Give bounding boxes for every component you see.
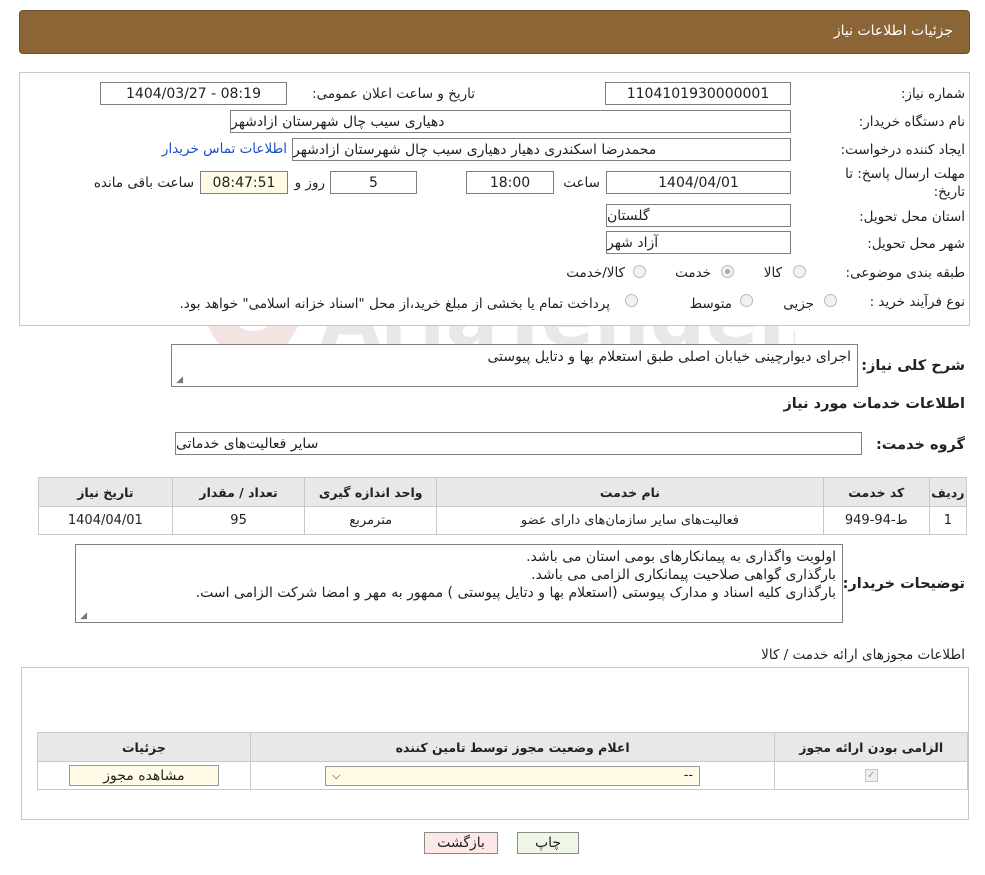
permits-section-title: اطلاعات مجوزهای ارائه خدمت / کالا (761, 647, 965, 663)
col-need-date: تاریخ نیاز (38, 477, 173, 507)
col-unit: واحد اندازه گیری (304, 477, 438, 507)
remaining-time-field: 08:47:51 (200, 171, 288, 194)
need-number-label: شماره نیاز: (900, 86, 965, 102)
process-minor-radio[interactable] (824, 294, 837, 307)
col-service-code: کد خدمت (822, 477, 930, 507)
deadline-label: مهلت ارسال پاسخ: تا تاریخ: (845, 166, 965, 200)
buyer-notes-textarea[interactable]: اولویت واگذاری به پیمانکارهای بومی استان… (75, 544, 843, 623)
announce-date-label: تاریخ و ساعت اعلان عمومی: (312, 86, 475, 102)
permit-required-checkbox[interactable]: ✓ (864, 769, 878, 782)
table-row: 1 ط-94-949 فعالیت‌های سایر سازمان‌های دا… (38, 506, 968, 535)
services-section-title: اطلاعات خدمات مورد نیاز (783, 396, 965, 412)
buyer-notes-line-3: بارگذاری کلیه اسناد و مدارک پیوستی (استع… (195, 585, 836, 601)
category-goods-radio[interactable] (793, 265, 806, 278)
cell-service-code: ط-94-949 (822, 506, 930, 535)
category-label: طبقه بندی موضوعی: (845, 265, 965, 281)
col-row: ردیف (928, 477, 968, 507)
city-label: شهر محل تحویل: (867, 236, 965, 252)
cell-need-date: 1404/04/01 (38, 506, 173, 535)
need-number-field: 1104101930000001 (605, 82, 791, 105)
services-table: ردیف کد خدمت نام خدمت واحد اندازه گیری ت… (38, 477, 968, 535)
permit-status-select[interactable]: ⌵ -- (325, 765, 701, 786)
cell-row: 1 (928, 506, 968, 535)
col-details: جزئیات (37, 732, 251, 762)
city-field: آزاد شهر (606, 231, 791, 254)
days-label: روز و (294, 175, 325, 191)
province-label: استان محل تحویل: (859, 209, 965, 225)
resize-grip-icon[interactable]: ◢ (78, 612, 87, 621)
service-group-label: گروه خدمت: (875, 437, 965, 453)
col-service-name: نام خدمت (436, 477, 824, 507)
services-table-header: ردیف کد خدمت نام خدمت واحد اندازه گیری ت… (38, 477, 968, 507)
summary-textarea[interactable]: اجرای دیوارچینی خیابان اصلی طبق استعلام … (171, 344, 858, 387)
cell-details: مشاهده مجوز (37, 761, 251, 790)
buyer-org-label: نام دستگاه خریدار: (858, 114, 965, 130)
buyer-contact-link[interactable]: اطلاعات تماس خریدار (162, 141, 287, 157)
col-permit-required: الزامی بودن ارائه مجوز (774, 732, 968, 762)
category-goods-service-label: کالا/خدمت (566, 265, 625, 281)
permit-status-value: -- (683, 768, 694, 783)
col-permit-status: اعلام وضعیت مجوز توسط تامین کننده (249, 732, 776, 762)
buyer-notes-line-2: بارگذاری گواهی صلاحیت پیمانکاری الزامی م… (531, 567, 836, 583)
summary-label: شرح کلی نیاز: (861, 358, 965, 374)
cell-service-name: فعالیت‌های سایر سازمان‌های دارای عضو (436, 506, 824, 535)
cell-unit: مترمربع (304, 506, 438, 535)
process-note: پرداخت تمام یا بخشی از مبلغ خرید،از محل … (179, 296, 610, 312)
announce-date-field: 1404/03/27 - 08:19 (100, 82, 287, 105)
category-goods-label: کالا (763, 265, 782, 281)
col-quantity: تعداد / مقدار (171, 477, 306, 507)
back-button[interactable]: بازگشت (424, 832, 498, 854)
service-group-field: سایر فعالیت‌های خدماتی (175, 432, 862, 455)
permits-table-header: الزامی بودن ارائه مجوز اعلام وضعیت مجوز … (37, 732, 968, 762)
creator-field: محمدرضا اسکندری دهیار دهیاری سیب چال شهر… (292, 138, 791, 161)
page-header: جزئیات اطلاعات نیاز (19, 10, 970, 54)
resize-grip-icon[interactable]: ◢ (174, 376, 183, 385)
cell-permit-required: ✓ (774, 761, 968, 790)
services-table-wrap: ردیف کد خدمت نام خدمت واحد اندازه گیری ت… (38, 477, 968, 537)
buyer-notes-label: توضیحات خریدار: (842, 576, 965, 592)
buyer-notes-line-1: اولویت واگذاری به پیمانکارهای بومی استان… (526, 549, 836, 565)
page-title: جزئیات اطلاعات نیاز (833, 23, 953, 39)
cell-permit-status: ⌵ -- (249, 761, 776, 790)
process-minor-label: جزیی (783, 296, 814, 312)
cell-quantity: 95 (171, 506, 306, 535)
category-service-label: خدمت (675, 265, 711, 281)
print-button[interactable]: چاپ (517, 832, 579, 854)
process-label: نوع فرآیند خرید : (869, 294, 965, 310)
province-field: گلستان (606, 204, 791, 227)
remaining-time-label: ساعت باقی مانده (93, 175, 194, 191)
view-permit-button[interactable]: مشاهده مجوز (68, 765, 219, 786)
category-service-radio[interactable] (721, 265, 734, 278)
process-medium-label: متوسط (689, 296, 732, 312)
permits-table-wrap: الزامی بودن ارائه مجوز اعلام وضعیت مجوز … (37, 732, 968, 792)
treasury-payment-checkbox[interactable] (625, 294, 638, 307)
summary-text: اجرای دیوارچینی خیابان اصلی طبق استعلام … (487, 349, 851, 365)
buyer-org-field: دهیاری سیب چال شهرستان ازادشهر (230, 110, 791, 133)
creator-label: ایجاد کننده درخواست: (840, 142, 965, 158)
deadline-time-label: ساعت (563, 175, 600, 191)
days-field: 5 (330, 171, 417, 194)
deadline-time-field: 18:00 (466, 171, 554, 194)
category-goods-service-radio[interactable] (633, 265, 646, 278)
permits-table: الزامی بودن ارائه مجوز اعلام وضعیت مجوز … (37, 732, 968, 790)
table-row: ✓ ⌵ -- مشاهده مجوز (37, 761, 968, 790)
process-medium-radio[interactable] (740, 294, 753, 307)
chevron-down-icon: ⌵ (332, 768, 341, 782)
deadline-date-field: 1404/04/01 (606, 171, 791, 194)
